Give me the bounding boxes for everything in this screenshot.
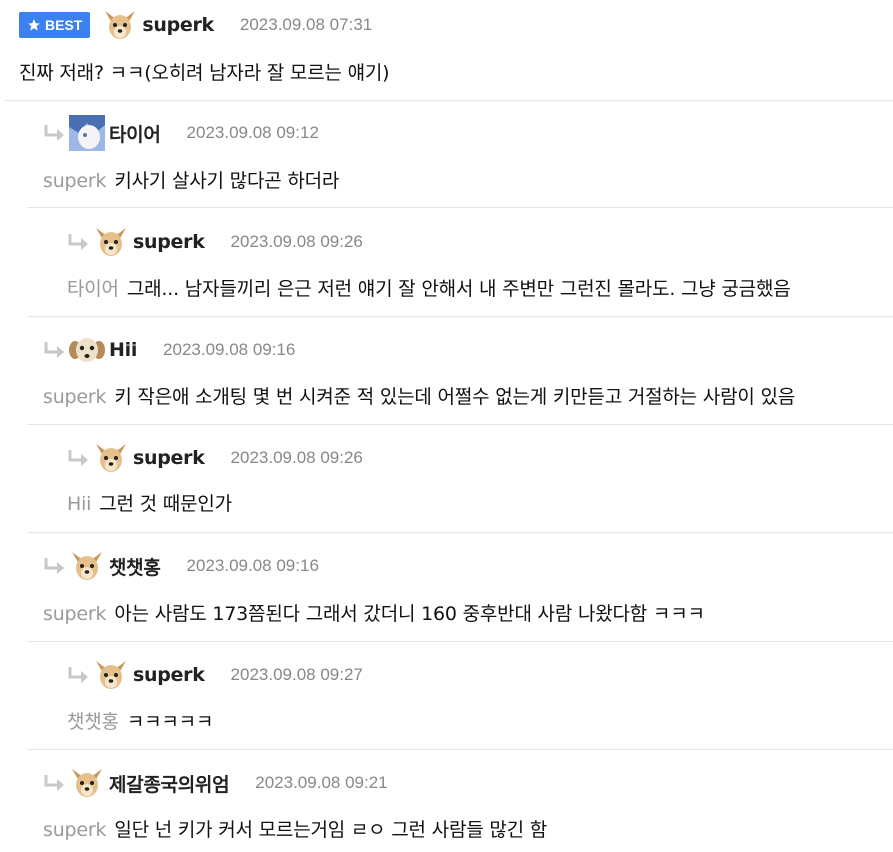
comment-body: 그래... 남자들끼리 은근 저런 얘기 잘 안해서 내 주변만 그런진 몰라도… <box>126 278 791 300</box>
best-label: BEST <box>45 17 83 33</box>
reply-arrow-icon <box>43 340 67 360</box>
comment-body: 키사기 살사기 많다곤 하더라 <box>114 170 340 192</box>
nickname[interactable]: superk <box>133 447 205 469</box>
mention[interactable]: superk <box>43 819 107 841</box>
comment-date: 2023.09.08 09:21 <box>255 773 388 792</box>
nickname[interactable]: superk <box>133 664 205 686</box>
nickname[interactable]: 타이어 <box>109 120 161 147</box>
comment-date: 2023.09.08 09:12 <box>186 123 319 142</box>
comment-text: 진짜 저래? ㅋㅋ(오히려 남자라 잘 모르는 얘기) <box>19 58 390 85</box>
divider <box>27 316 893 317</box>
reply-arrow-icon <box>67 232 91 252</box>
avatar[interactable] <box>69 115 105 151</box>
comment-header: 제갈종국의위엄 2023.09.08 09:21 <box>43 766 388 800</box>
comment-text: 챗챗홍 ㅋㅋㅋㅋㅋ <box>67 707 213 734</box>
comment-date: 2023.09.08 09:26 <box>230 448 363 467</box>
nickname[interactable]: Hii <box>109 339 137 361</box>
avatar[interactable] <box>93 224 129 260</box>
comment-date: 2023.09.08 09:26 <box>230 232 363 251</box>
reply-arrow-icon <box>43 773 67 793</box>
reply-arrow-icon <box>43 123 67 143</box>
comment-date: 2023.09.08 09:16 <box>163 340 296 359</box>
divider <box>4 100 893 101</box>
avatar[interactable] <box>69 548 105 584</box>
mention[interactable]: 챗챗홍 <box>67 711 119 733</box>
comment-header: Hii 2023.09.08 09:16 <box>43 333 295 367</box>
avatar[interactable] <box>69 765 105 801</box>
avatar[interactable] <box>93 440 129 476</box>
divider <box>27 641 893 642</box>
nickname[interactable]: superk <box>133 231 205 253</box>
mention[interactable]: superk <box>43 386 107 408</box>
comment-date: 2023.09.08 09:16 <box>186 556 319 575</box>
divider <box>27 207 893 208</box>
comment-date: 2023.09.08 09:27 <box>230 665 363 684</box>
avatar[interactable] <box>102 7 138 43</box>
mention[interactable]: superk <box>43 170 107 192</box>
comment-header: superk 2023.09.08 09:26 <box>67 225 363 259</box>
mention[interactable]: superk <box>43 603 107 625</box>
divider <box>27 749 893 750</box>
best-badge: BEST <box>19 12 91 38</box>
reply-arrow-icon <box>67 665 91 685</box>
comment-date: 2023.09.08 07:31 <box>239 15 373 34</box>
comment-header: superk 2023.09.08 09:27 <box>67 658 363 692</box>
comment-header: BEST superk 2023.09.08 07:31 <box>19 8 372 42</box>
star-icon <box>28 19 40 31</box>
reply-arrow-icon <box>67 448 91 468</box>
reply-arrow-icon <box>43 556 67 576</box>
comment-text: superk 일단 넌 키가 커서 모르는거임 ㄹㅇ 그런 사람들 많긴 함 <box>43 815 547 842</box>
comment-text: superk 키사기 살사기 많다곤 하더라 <box>43 166 339 193</box>
mention[interactable]: 타이어 <box>67 278 119 300</box>
nickname[interactable]: 제갈종국의위엄 <box>109 770 230 797</box>
comment-body: 키 작은애 소개팅 몇 번 시켜준 적 있는데 어쩔수 없는게 키만듣고 거절하… <box>114 386 796 408</box>
nickname[interactable]: superk <box>142 14 214 36</box>
comment-body: 그런 것 때문인가 <box>99 493 232 515</box>
mention[interactable]: Hii <box>67 493 91 515</box>
comment-header: 타이어 2023.09.08 09:12 <box>43 116 319 150</box>
comment-body: 진짜 저래? ㅋㅋ(오히려 남자라 잘 모르는 얘기) <box>19 62 390 84</box>
comment-text: Hii 그런 것 때문인가 <box>67 489 232 516</box>
comment-header: superk 2023.09.08 09:26 <box>67 441 363 475</box>
comment-body: 아는 사람도 173쯤된다 그래서 갔더니 160 중후반대 사람 나왔다함 ㅋ… <box>114 603 705 625</box>
comment-text: 타이어 그래... 남자들끼리 은근 저런 얘기 잘 안해서 내 주변만 그런진 … <box>67 274 791 301</box>
comment-body: 일단 넌 키가 커서 모르는거임 ㄹㅇ 그런 사람들 많긴 함 <box>114 819 548 841</box>
nickname[interactable]: 챗챗홍 <box>109 553 161 580</box>
divider <box>27 532 893 533</box>
avatar[interactable] <box>69 332 105 368</box>
comment-text: superk 아는 사람도 173쯤된다 그래서 갔더니 160 중후반대 사람 … <box>43 599 705 626</box>
avatar[interactable] <box>93 657 129 693</box>
comment-text: superk 키 작은애 소개팅 몇 번 시켜준 적 있는데 어쩔수 없는게 키만… <box>43 382 795 409</box>
divider <box>27 424 893 425</box>
comment-body: ㅋㅋㅋㅋㅋ <box>126 711 214 733</box>
comment-header: 챗챗홍 2023.09.08 09:16 <box>43 549 319 583</box>
